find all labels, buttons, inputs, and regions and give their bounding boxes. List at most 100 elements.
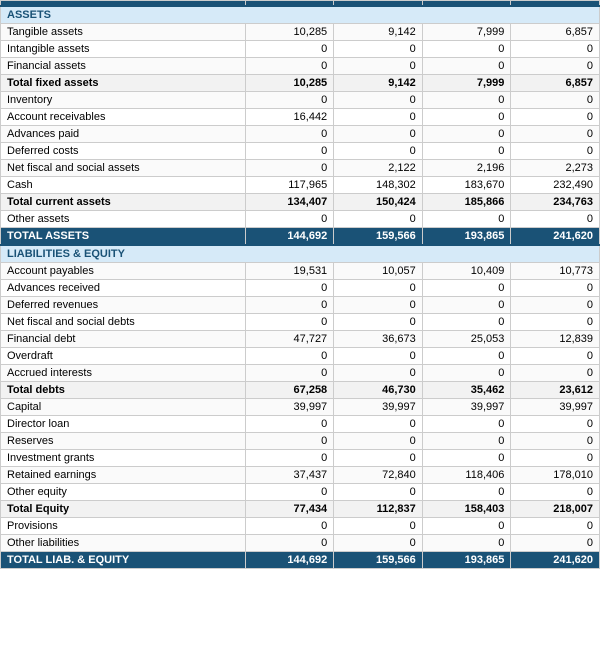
row-value: 0 [334,450,423,467]
row-value: 0 [511,484,600,501]
row-label: Total debts [1,382,246,399]
row-label: Other liabilities [1,535,246,552]
table-row: Net fiscal and social debts0000 [1,314,600,331]
row-value: 232,490 [511,177,600,194]
row-value: 9,142 [334,75,423,92]
row-value: 25,053 [422,331,511,348]
row-label: Financial assets [1,58,246,75]
table-row: Deferred revenues0000 [1,297,600,314]
row-value: 2,122 [334,160,423,177]
row-label: Director loan [1,416,246,433]
row-value: 134,407 [245,194,334,211]
row-label: Overdraft [1,348,246,365]
row-value: 158,403 [422,501,511,518]
row-value: 0 [511,535,600,552]
grand-total-value: 241,620 [511,552,600,569]
row-label: Deferred costs [1,143,246,160]
row-value: 72,840 [334,467,423,484]
row-value: 0 [245,160,334,177]
table-row: Retained earnings37,43772,840118,406178,… [1,467,600,484]
table-row: Overdraft0000 [1,348,600,365]
table-row: Capital39,99739,99739,99739,997 [1,399,600,416]
row-value: 0 [422,314,511,331]
row-value: 39,997 [245,399,334,416]
table-row: Advances paid0000 [1,126,600,143]
row-value: 118,406 [422,467,511,484]
grand-total-value: 159,566 [334,552,423,569]
row-value: 117,965 [245,177,334,194]
row-value: 39,997 [511,399,600,416]
row-value: 7,999 [422,24,511,41]
row-value: 0 [334,416,423,433]
table-row: Deferred costs0000 [1,143,600,160]
row-label: Other equity [1,484,246,501]
table-row: Account payables19,53110,05710,40910,773 [1,263,600,280]
row-value: 19,531 [245,263,334,280]
row-value: 2,273 [511,160,600,177]
row-value: 218,007 [511,501,600,518]
row-value: 0 [245,314,334,331]
row-value: 0 [334,280,423,297]
row-value: 39,997 [334,399,423,416]
row-label: Total fixed assets [1,75,246,92]
row-value: 0 [245,41,334,58]
table-row: Intangible assets0000 [1,41,600,58]
row-value: 10,057 [334,263,423,280]
row-value: 0 [245,518,334,535]
row-value: 0 [334,126,423,143]
row-value: 0 [422,280,511,297]
row-value: 0 [334,109,423,126]
row-value: 0 [334,92,423,109]
row-value: 0 [334,348,423,365]
row-label: Other assets [1,211,246,228]
row-value: 0 [245,280,334,297]
table-row: Total Equity77,434112,837158,403218,007 [1,501,600,518]
grand-total-row-1: TOTAL LIAB. & EQUITY144,692159,566193,86… [1,552,600,569]
row-value: 0 [334,484,423,501]
row-value: 39,997 [422,399,511,416]
row-value: 0 [511,143,600,160]
row-value: 9,142 [334,24,423,41]
table-row: Investment grants0000 [1,450,600,467]
table-row: Cash117,965148,302183,670232,490 [1,177,600,194]
grand-total-value: 144,692 [245,552,334,569]
row-value: 0 [245,348,334,365]
row-label: Intangible assets [1,41,246,58]
grand-total-value: 193,865 [422,228,511,246]
row-value: 0 [422,348,511,365]
row-value: 0 [511,348,600,365]
grand-total-value: 241,620 [511,228,600,246]
row-value: 0 [245,211,334,228]
row-value: 0 [245,450,334,467]
row-value: 7,999 [422,75,511,92]
row-label: Capital [1,399,246,416]
row-value: 10,285 [245,24,334,41]
row-value: 0 [245,126,334,143]
row-label: Advances paid [1,126,246,143]
row-value: 0 [511,280,600,297]
row-value: 6,857 [511,75,600,92]
grand-total-label: TOTAL LIAB. & EQUITY [1,552,246,569]
row-value: 0 [511,433,600,450]
row-value: 47,727 [245,331,334,348]
row-value: 0 [334,41,423,58]
table-row: Net fiscal and social assets02,1222,1962… [1,160,600,177]
row-value: 0 [511,109,600,126]
row-value: 0 [511,126,600,143]
grand-total-label: TOTAL ASSETS [1,228,246,246]
row-value: 0 [422,297,511,314]
table-row: Other equity0000 [1,484,600,501]
row-value: 0 [245,484,334,501]
row-value: 0 [422,484,511,501]
row-value: 10,773 [511,263,600,280]
row-label: Total Equity [1,501,246,518]
row-value: 0 [511,41,600,58]
row-value: 0 [511,211,600,228]
row-label: Financial debt [1,331,246,348]
row-value: 0 [422,416,511,433]
row-value: 6,857 [511,24,600,41]
section-header-0: ASSETS [1,6,600,24]
row-value: 36,673 [334,331,423,348]
table-row: Tangible assets10,2859,1427,9996,857 [1,24,600,41]
row-value: 0 [511,450,600,467]
